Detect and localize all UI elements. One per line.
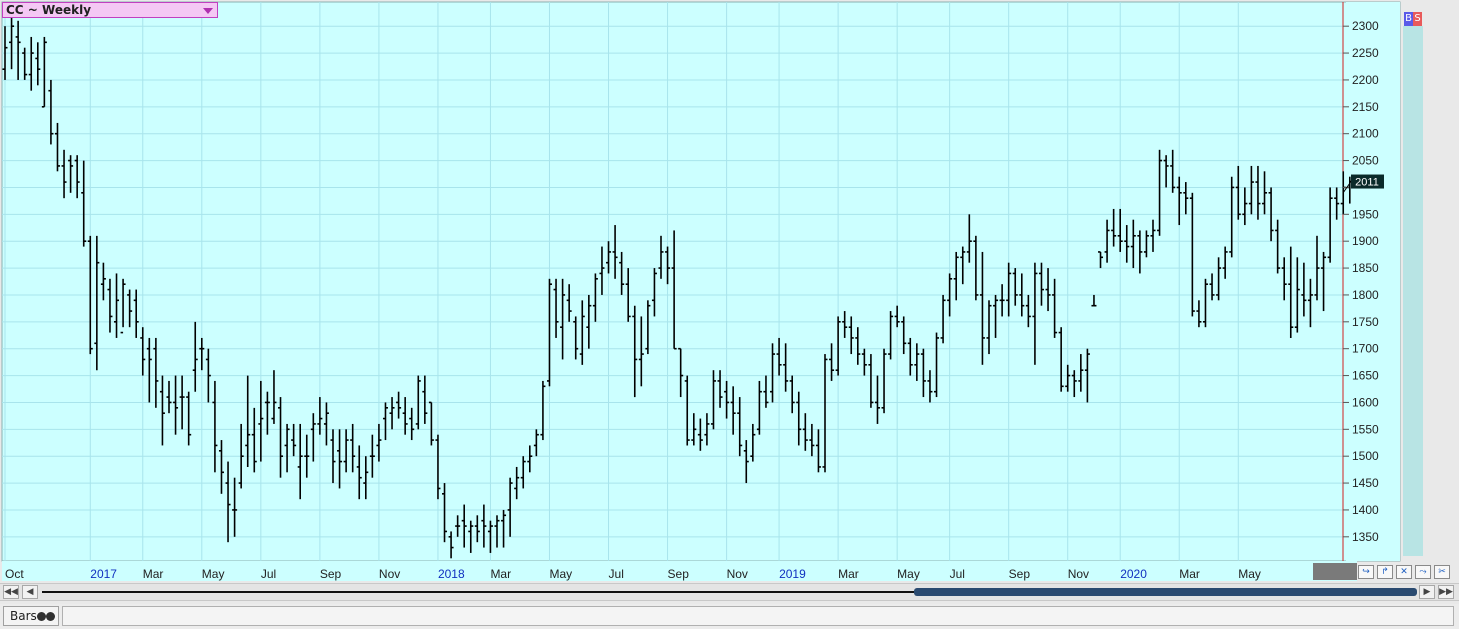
x-tick-label: Nov [379,567,400,581]
x-tick-label: Mar [143,567,164,581]
x-tick-label: May [549,567,572,581]
x-tick-label: Jul [950,567,965,581]
y-tick-label: 2250 [1352,46,1379,60]
tool-button-3[interactable]: ✕ [1396,565,1412,579]
x-tick-label: 2018 [438,567,465,581]
x-tick-label: Mar [1179,567,1200,581]
buy-badge[interactable]: B [1404,12,1413,26]
symbol-dropdown[interactable]: CC ~ Weekly [2,2,218,18]
status-message-field [62,606,1454,626]
link-icon [37,612,55,621]
y-tick-label: 1900 [1352,234,1379,248]
x-tick-label: Nov [727,567,748,581]
tool-button-1[interactable]: ↪ [1358,565,1374,579]
scroll-right-button[interactable]: ▶ [1419,585,1435,599]
status-bar: Bars [0,604,1459,629]
x-tick-label: Mar [490,567,511,581]
plot-area[interactable] [1,1,1401,562]
bars-tab[interactable]: Bars [3,606,59,626]
bars-tab-label: Bars [10,609,37,623]
y-tick-label: 1350 [1352,530,1379,544]
tool-button-2[interactable]: ↱ [1377,565,1393,579]
y-tick-label: 1650 [1352,369,1379,383]
x-tick-label: 2019 [779,567,806,581]
x-tick-label: 2017 [90,567,117,581]
x-tick-label: 2020 [1120,567,1147,581]
sell-badge[interactable]: S [1413,12,1422,26]
chevron-down-icon[interactable] [203,8,213,14]
x-tick-label: Mar [838,567,859,581]
y-tick-label: 1850 [1352,261,1379,275]
symbol-label: CC ~ Weekly [6,3,92,17]
y-tick-label: 1750 [1352,315,1379,329]
tool-button-5[interactable]: ✂ [1434,565,1450,579]
time-axis-end-marker [1313,563,1357,580]
y-tick-label: 2150 [1352,100,1379,114]
y-tick-label: 1550 [1352,422,1379,436]
y-tick-label: 1800 [1352,288,1379,302]
buy-sell-badges[interactable]: B S [1404,12,1422,26]
x-tick-label: May [202,567,225,581]
scroll-left-button[interactable]: ◀ [22,585,38,599]
y-tick-label: 2300 [1352,19,1379,33]
scroll-to-end-button[interactable]: ▶▶ [1438,585,1454,599]
x-tick-label: May [897,567,920,581]
price-chart[interactable]: 1350 1400 1450 1500 1550 1600 1650 1700 1750 1800… [0,0,1459,583]
y-tick-label: 1500 [1352,449,1379,463]
scroll-thumb[interactable] [914,588,1417,596]
y-tick-label: 2050 [1352,154,1379,168]
x-tick-label: Oct [5,567,24,581]
x-tick-label: Jul [609,567,624,581]
y-tick-label: 1700 [1352,342,1379,356]
scroll-to-start-button[interactable]: ◀◀ [3,585,19,599]
x-tick-label: Jul [261,567,276,581]
horizontal-scrollbar[interactable]: ◀◀ ◀ ▶ ▶▶ [0,583,1459,601]
y-tick-label: 1950 [1352,207,1379,221]
chart-tool-buttons[interactable]: ↪ ↱ ✕ ⤳ ✂ [1358,565,1450,579]
x-tick-label: Sep [320,567,342,581]
x-tick-label: Sep [668,567,690,581]
y-tick-label: 2100 [1352,127,1379,141]
right-scale-strip[interactable] [1403,26,1423,556]
y-tick-label: 1600 [1352,395,1379,409]
x-tick-label: Sep [1009,567,1031,581]
last-price-label: 2011 [1355,177,1379,189]
y-tick-label: 1400 [1352,503,1379,517]
x-tick-label: May [1238,567,1261,581]
y-tick-label: 2200 [1352,73,1379,87]
tool-button-4[interactable]: ⤳ [1415,565,1431,579]
y-tick-label: 1450 [1352,476,1379,490]
x-tick-label: Nov [1068,567,1089,581]
